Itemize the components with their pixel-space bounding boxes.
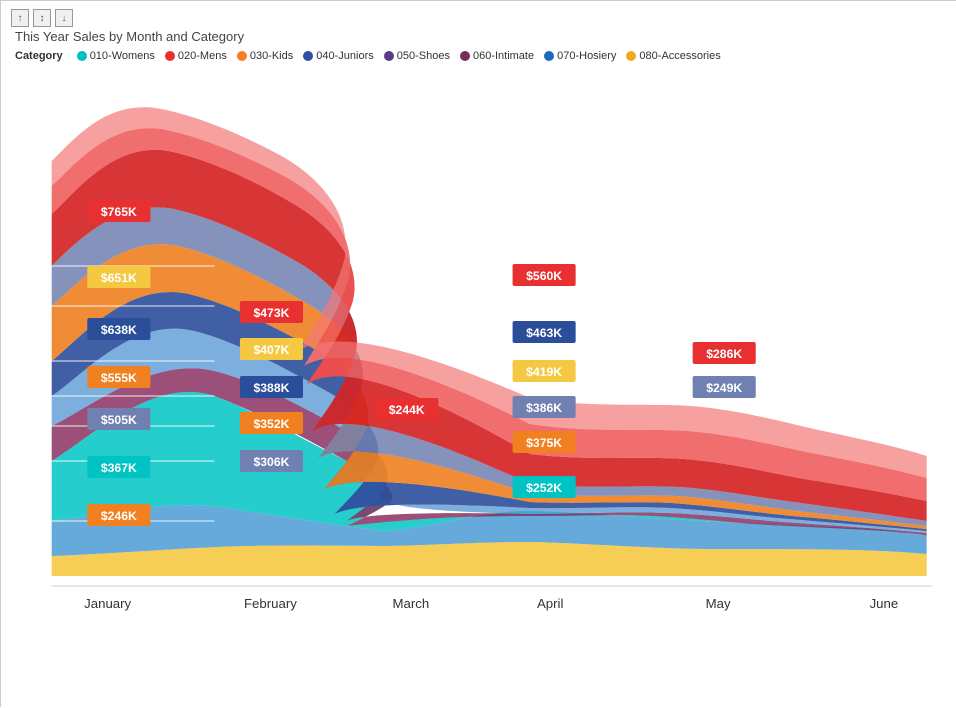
chart-container: ↑ ↕ ↓ This Year Sales by Month and Categ… <box>1 1 956 708</box>
svg-text:$555K: $555K <box>101 371 137 385</box>
legend-dot-7 <box>626 51 636 61</box>
window-controls: ↑ ↕ ↓ <box>11 9 947 27</box>
svg-text:$286K: $286K <box>706 347 742 361</box>
legend-dot-0 <box>77 51 87 61</box>
legend-label-2: 030-Kids <box>250 50 293 62</box>
legend-label-7: 080-Accessories <box>639 50 720 62</box>
svg-text:$306K: $306K <box>253 455 289 469</box>
svg-text:May: May <box>706 596 731 611</box>
legend-dot-2 <box>237 51 247 61</box>
svg-text:$765K: $765K <box>101 205 137 219</box>
legend-label-4: 050-Shoes <box>397 50 450 62</box>
legend-dot-1 <box>165 51 175 61</box>
legend-item-0: 010-Womens <box>77 50 155 62</box>
svg-text:$505K: $505K <box>101 413 137 427</box>
legend-prefix: Category <box>15 50 63 62</box>
chart-svg: $765K $651K $638K $555K $505K $367K $246… <box>11 66 947 626</box>
svg-text:$407K: $407K <box>253 343 289 357</box>
svg-text:$388K: $388K <box>253 381 289 395</box>
legend-dot-4 <box>384 51 394 61</box>
chart-title: This Year Sales by Month and Category <box>15 29 947 44</box>
svg-text:$352K: $352K <box>253 417 289 431</box>
svg-text:$249K: $249K <box>706 381 742 395</box>
legend-label-3: 040-Juniors <box>316 50 373 62</box>
legend-label-5: 060-Intimate <box>473 50 534 62</box>
legend-label-1: 020-Mens <box>178 50 227 62</box>
svg-text:$386K: $386K <box>526 401 562 415</box>
svg-text:$375K: $375K <box>526 436 562 450</box>
svg-text:$244K: $244K <box>389 403 425 417</box>
legend-item-3: 040-Juniors <box>303 50 373 62</box>
svg-text:June: June <box>870 596 899 611</box>
svg-text:January: January <box>84 596 131 611</box>
legend-item-2: 030-Kids <box>237 50 293 62</box>
legend-item-4: 050-Shoes <box>384 50 450 62</box>
svg-text:$560K: $560K <box>526 269 562 283</box>
svg-text:$638K: $638K <box>101 323 137 337</box>
scroll-up-btn[interactable]: ↑ <box>11 9 29 27</box>
legend-dot-6 <box>544 51 554 61</box>
svg-text:$651K: $651K <box>101 271 137 285</box>
scroll-down-btn[interactable]: ↓ <box>55 9 73 27</box>
svg-text:March: March <box>392 596 429 611</box>
legend-item-7: 080-Accessories <box>626 50 720 62</box>
legend-label-0: 010-Womens <box>90 50 155 62</box>
svg-text:$246K: $246K <box>101 509 137 523</box>
legend-item-6: 070-Hosiery <box>544 50 616 62</box>
svg-text:$252K: $252K <box>526 481 562 495</box>
legend-item-5: 060-Intimate <box>460 50 534 62</box>
legend-dot-3 <box>303 51 313 61</box>
legend-item-1: 020-Mens <box>165 50 227 62</box>
legend-dot-5 <box>460 51 470 61</box>
svg-text:$463K: $463K <box>526 326 562 340</box>
svg-text:$473K: $473K <box>253 306 289 320</box>
chart-legend: Category 010-Womens 020-Mens 030-Kids 040-Ju… <box>11 50 947 62</box>
svg-text:April: April <box>537 596 564 611</box>
svg-text:$367K: $367K <box>101 461 137 475</box>
scroll-both-btn[interactable]: ↕ <box>33 9 51 27</box>
legend-label-6: 070-Hosiery <box>557 50 616 62</box>
svg-text:$419K: $419K <box>526 365 562 379</box>
svg-text:February: February <box>244 596 297 611</box>
